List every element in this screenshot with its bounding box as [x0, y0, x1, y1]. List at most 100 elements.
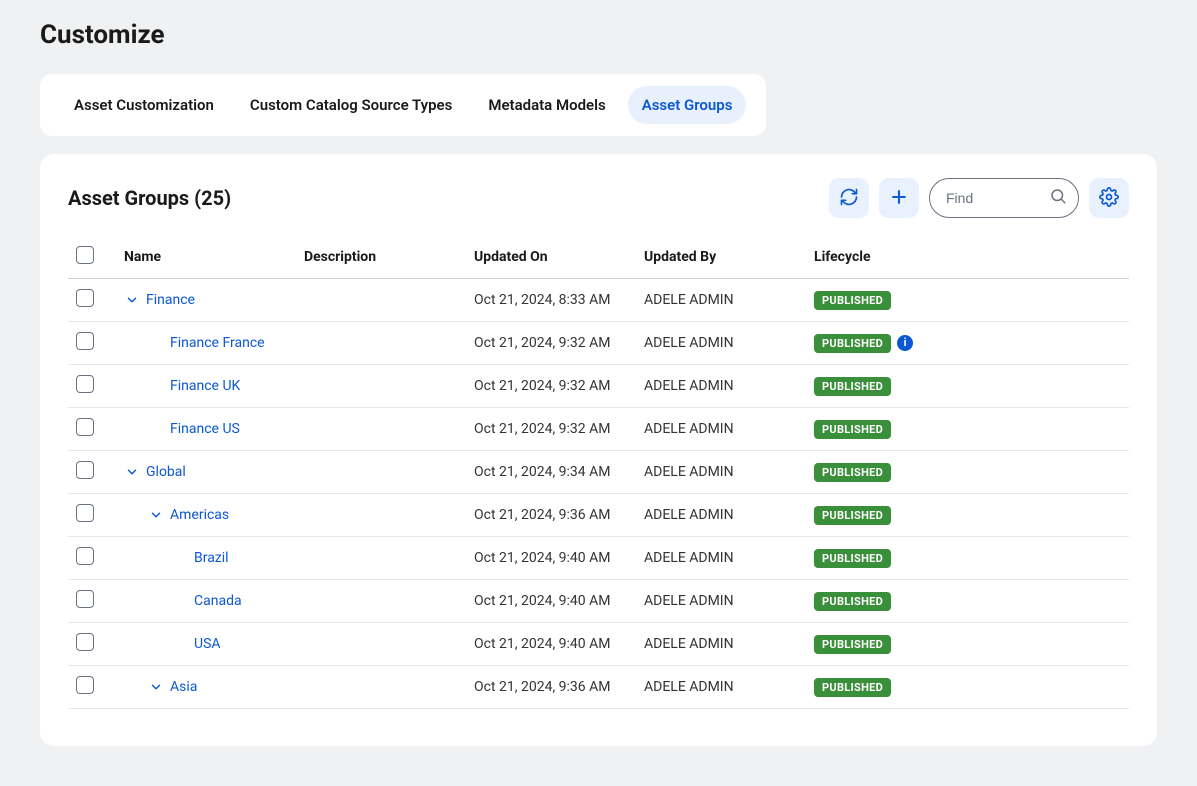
asset-group-link[interactable]: Global [146, 464, 186, 480]
row-checkbox[interactable] [76, 676, 94, 694]
cell-description [296, 580, 466, 623]
asset-group-link[interactable]: Canada [194, 593, 242, 609]
table-row: Finance USOct 21, 2024, 9:32 AMADELE ADM… [68, 408, 1129, 451]
gear-icon [1099, 187, 1119, 210]
asset-group-link[interactable]: USA [194, 636, 221, 652]
lifecycle-badge: PUBLISHED [814, 592, 891, 611]
cell-description [296, 279, 466, 322]
cell-updated-on: Oct 21, 2024, 9:32 AM [466, 365, 636, 408]
asset-group-link[interactable]: Brazil [194, 550, 229, 566]
chevron-down-icon[interactable] [124, 292, 140, 308]
row-checkbox[interactable] [76, 590, 94, 608]
table-row: Finance France Oct 21, 2024, 9:32 AMADELE… [68, 322, 1129, 365]
table-row: IndiaOct 21, 2024, 9:40 AMADELE ADMINPUB… [68, 709, 1129, 717]
refresh-icon [839, 187, 859, 210]
cell-updated-by: ADELE ADMIN [636, 408, 806, 451]
cell-description [296, 709, 466, 717]
row-checkbox[interactable] [76, 375, 94, 393]
column-header-name[interactable]: Name [116, 236, 296, 279]
cell-description [296, 537, 466, 580]
search-box [929, 178, 1079, 218]
section-title: Asset Groups (25) [68, 186, 231, 210]
table-row: Finance UK Oct 21, 2024, 9:32 AMADELE ADM… [68, 365, 1129, 408]
asset-groups-card: Asset Groups (25) [40, 154, 1157, 746]
asset-group-link[interactable]: Finance [146, 292, 195, 308]
cell-updated-by: ADELE ADMIN [636, 451, 806, 494]
cell-description [296, 451, 466, 494]
row-checkbox[interactable] [76, 461, 94, 479]
lifecycle-badge: PUBLISHED [814, 377, 891, 396]
chevron-down-icon[interactable] [148, 679, 164, 695]
column-header-description[interactable]: Description [296, 236, 466, 279]
asset-group-link[interactable]: Asia [170, 679, 197, 695]
cell-updated-by: ADELE ADMIN [636, 709, 806, 717]
cell-updated-on: Oct 21, 2024, 9:40 AM [466, 709, 636, 717]
row-checkbox[interactable] [76, 332, 94, 350]
tabs-bar: Asset CustomizationCustom Catalog Source… [40, 74, 766, 136]
column-header-updated-by[interactable]: Updated By [636, 236, 806, 279]
cell-description [296, 322, 466, 365]
table-row: Asia Oct 21, 2024, 9:36 AMADELE ADMIN PUBL… [68, 666, 1129, 709]
info-icon[interactable]: i [897, 335, 913, 351]
row-checkbox[interactable] [76, 504, 94, 522]
cell-updated-on: Oct 21, 2024, 8:33 AM [466, 279, 636, 322]
row-checkbox[interactable] [76, 289, 94, 307]
table-row: Canada Oct 21, 2024, 9:40 AMADELE ADMIN PU… [68, 580, 1129, 623]
page-title: Customize [40, 20, 1157, 50]
cell-description [296, 494, 466, 537]
cell-updated-by: ADELE ADMIN [636, 365, 806, 408]
cell-updated-on: Oct 21, 2024, 9:36 AM [466, 494, 636, 537]
tab-custom-catalog-source-types[interactable]: Custom Catalog Source Types [236, 86, 466, 124]
cell-updated-by: ADELE ADMIN [636, 666, 806, 709]
lifecycle-badge: PUBLISHED [814, 678, 891, 697]
add-button[interactable] [879, 178, 919, 218]
cell-updated-on: Oct 21, 2024, 9:40 AM [466, 623, 636, 666]
lifecycle-badge: PUBLISHED [814, 420, 891, 439]
cell-updated-on: Oct 21, 2024, 9:40 AM [466, 580, 636, 623]
cell-updated-by: ADELE ADMIN [636, 279, 806, 322]
row-checkbox[interactable] [76, 547, 94, 565]
cell-updated-on: Oct 21, 2024, 9:40 AM [466, 537, 636, 580]
chevron-down-icon[interactable] [148, 507, 164, 523]
asset-group-link[interactable]: Americas [170, 507, 229, 523]
cell-updated-on: Oct 21, 2024, 9:36 AM [466, 666, 636, 709]
tab-metadata-models[interactable]: Metadata Models [474, 86, 619, 124]
asset-group-link[interactable]: Finance UK [170, 378, 240, 394]
table-row: Brazil Oct 21, 2024, 9:40 AMADELE ADMIN PU… [68, 537, 1129, 580]
table-row: Americas Oct 21, 2024, 9:36 AMADELE ADMIN… [68, 494, 1129, 537]
settings-button[interactable] [1089, 178, 1129, 218]
table-row: Finance Oct 21, 2024, 8:33 AMADELE ADMIN P… [68, 279, 1129, 322]
row-checkbox[interactable] [76, 633, 94, 651]
lifecycle-badge: PUBLISHED [814, 291, 891, 310]
cell-updated-by: ADELE ADMIN [636, 322, 806, 365]
chevron-down-icon[interactable] [124, 464, 140, 480]
column-header-updated-on[interactable]: Updated On [466, 236, 636, 279]
cell-updated-by: ADELE ADMIN [636, 494, 806, 537]
cell-updated-on: Oct 21, 2024, 9:32 AM [466, 322, 636, 365]
cell-description [296, 365, 466, 408]
column-header-lifecycle[interactable]: Lifecycle [806, 236, 1129, 279]
lifecycle-badge: PUBLISHED [814, 506, 891, 525]
select-all-checkbox[interactable] [76, 246, 94, 264]
table-scroll[interactable]: Name Description Updated On Updated By L… [68, 236, 1129, 716]
lifecycle-badge: PUBLISHED [814, 334, 891, 353]
cell-updated-by: ADELE ADMIN [636, 537, 806, 580]
lifecycle-badge: PUBLISHED [814, 635, 891, 654]
cell-description [296, 408, 466, 451]
cell-updated-by: ADELE ADMIN [636, 580, 806, 623]
table-row: USAOct 21, 2024, 9:40 AMADELE ADMINPUBLI… [68, 623, 1129, 666]
cell-description [296, 623, 466, 666]
plus-icon [889, 187, 909, 210]
tab-asset-groups[interactable]: Asset Groups [628, 86, 747, 124]
row-checkbox[interactable] [76, 418, 94, 436]
search-input[interactable] [929, 178, 1079, 218]
table-row: Global Oct 21, 2024, 9:34 AMADELE ADMIN PU… [68, 451, 1129, 494]
asset-group-link[interactable]: Finance US [170, 421, 240, 437]
asset-groups-table: Name Description Updated On Updated By L… [68, 236, 1129, 716]
cell-updated-on: Oct 21, 2024, 9:34 AM [466, 451, 636, 494]
lifecycle-badge: PUBLISHED [814, 463, 891, 482]
refresh-button[interactable] [829, 178, 869, 218]
tab-asset-customization[interactable]: Asset Customization [60, 86, 228, 124]
lifecycle-badge: PUBLISHED [814, 549, 891, 568]
asset-group-link[interactable]: Finance France [170, 335, 265, 351]
